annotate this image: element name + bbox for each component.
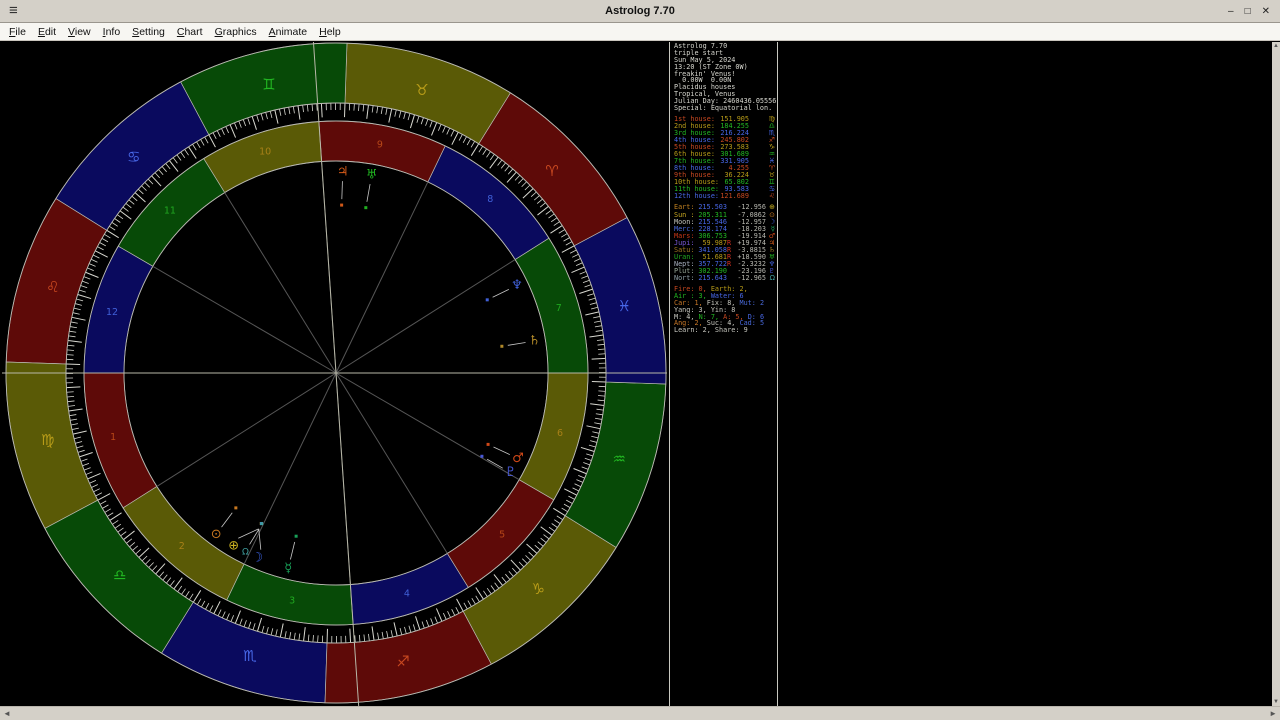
- house-number-11: 11: [164, 206, 176, 217]
- menu-graphics[interactable]: Graphics: [209, 26, 263, 38]
- planet-position-dot-uran: [364, 206, 368, 210]
- house-number-4: 4: [404, 588, 410, 599]
- scroll-right-icon[interactable]: ►: [1269, 709, 1277, 718]
- sign-glyph-capricorn: ♑: [532, 580, 545, 598]
- house-number-5: 5: [499, 529, 505, 540]
- scroll-left-icon[interactable]: ◄: [3, 709, 11, 718]
- sign-glyph-scorpio: ♏: [243, 647, 257, 665]
- planet-glyph-jupi: ♃: [337, 165, 349, 180]
- planet-position-dot-plut: [480, 454, 484, 458]
- window-controls: – □ ✕: [1228, 6, 1270, 17]
- vertical-scrollbar[interactable]: ▲ ▼: [1272, 42, 1280, 706]
- sign-glyph-pisces: ♓: [618, 297, 631, 315]
- planet-position-dot-mars: [486, 442, 490, 446]
- sign-glyph-leo: ♌: [46, 278, 59, 296]
- maximize-button[interactable]: □: [1245, 6, 1251, 17]
- house-number-12: 12: [106, 307, 118, 318]
- sign-glyph-aries: ♈: [545, 162, 558, 180]
- house-cusp-value: 121.689: [720, 192, 749, 201]
- summary-segment: Mut: 2: [739, 298, 765, 307]
- planet-position-dot-nept: [485, 298, 489, 302]
- planet-row: Nort: 215.643 -12.965 Ω: [674, 273, 775, 282]
- planet-icon-nort: Ω: [769, 273, 775, 282]
- planet-position-dot-sun: [234, 506, 238, 510]
- summary-line: Learn: 2, Share: 9: [674, 327, 775, 334]
- sign-glyph-gemini: ♊: [262, 76, 275, 94]
- menu-file[interactable]: File: [3, 26, 32, 38]
- hamburger-menu-icon[interactable]: ≡: [9, 0, 18, 22]
- menu-view[interactable]: View: [62, 26, 97, 38]
- sidebar-header-line: Special: Equatorial lon.: [674, 104, 773, 113]
- scroll-up-icon[interactable]: ▲: [1273, 42, 1279, 50]
- house-number-1: 1: [110, 432, 116, 443]
- menu-info[interactable]: Info: [97, 26, 127, 38]
- chart-canvas: 1 2 3 4 5 6 7 8 9 10 11 12 ♈ ♉ ♊ ♋ ♌ ♍ ♎ ♏ ♐ ♑ ♒ ♓ ⊕ ⊙ ☽ ☿ ♂ ♃ ♄ ♅ ♆ ♇ Ω A…: [0, 42, 1272, 706]
- close-button[interactable]: ✕: [1262, 6, 1270, 17]
- house-number-9: 9: [377, 140, 383, 151]
- house-number-7: 7: [556, 303, 562, 314]
- panel-divider-right: [777, 42, 778, 706]
- planet-glyph-mars: ♂: [512, 451, 524, 466]
- sidebar-text: Astrolog 7.70 triple start Sun May 5, 2024…: [674, 43, 776, 334]
- window-title: Astrolog 7.70: [605, 5, 675, 17]
- sign-glyph-libra: ♎: [113, 566, 126, 584]
- planet-position-dot-nort: [260, 522, 264, 526]
- planet-glyph-uran: ♅: [366, 168, 378, 183]
- planet-glyph-plut: ♇: [505, 465, 517, 480]
- sign-glyph-aquarius: ♒: [612, 450, 625, 468]
- house-number-3: 3: [289, 595, 295, 606]
- menu-setting[interactable]: Setting: [126, 26, 171, 38]
- house-number-8: 8: [487, 194, 493, 205]
- planet-glyph-moon: ☽: [251, 550, 263, 565]
- house-label: 12th house:: [674, 192, 720, 201]
- menu-help[interactable]: Help: [313, 26, 347, 38]
- menu-chart[interactable]: Chart: [171, 26, 209, 38]
- panel-divider-left: [669, 42, 670, 706]
- planet-glyph-nort: Ω: [242, 547, 249, 557]
- title-bar: ≡ Astrolog 7.70 – □ ✕: [0, 0, 1280, 23]
- scroll-down-icon[interactable]: ▼: [1273, 698, 1279, 706]
- horizontal-scrollbar[interactable]: ◄ ►: [0, 706, 1280, 720]
- planet-position-dot-jupi: [340, 203, 344, 207]
- planet-glyph-merc: ☿: [284, 561, 292, 576]
- planet-label-nort: Nort:: [674, 273, 695, 282]
- sign-glyph-sagittarius: ♐: [396, 652, 409, 670]
- house-row: 12th house: 121.689 ♌: [674, 193, 775, 200]
- astro-wheel-chart: 123456789101112♈♉♊♋♌♍♎♏ ♐♑♒♓⊕⊙☽☿♂♃♄♅♆♇Ω: [0, 42, 670, 706]
- planet-glyph-sun: ⊙: [211, 527, 222, 542]
- menu-bar: File Edit View Info Setting Chart Graphics Anim…: [0, 23, 1280, 41]
- menu-edit[interactable]: Edit: [32, 26, 62, 38]
- planet-glyph-satu: ♄: [529, 334, 541, 349]
- minimize-button[interactable]: –: [1228, 6, 1234, 17]
- summary-segment: Learn: 2, Share: 9: [674, 326, 748, 335]
- house-number-6: 6: [557, 428, 563, 439]
- planet-longitude: 215.643: [698, 273, 727, 282]
- planet-position-dot-satu: [500, 344, 504, 348]
- sign-glyph-cancer: ♋: [127, 148, 140, 166]
- house-number-2: 2: [179, 541, 185, 552]
- house-number-10: 10: [259, 147, 271, 158]
- sign-glyph-virgo: ♍: [41, 431, 54, 449]
- sign-glyph-taurus: ♉: [415, 81, 428, 99]
- sign-icon-leo: ♌: [768, 192, 775, 201]
- planet-position-dot-merc: [294, 534, 298, 538]
- menu-animate[interactable]: Animate: [263, 26, 314, 38]
- planet-glyph-nept: ♆: [511, 278, 523, 293]
- planet-latitude: -12.965: [737, 273, 766, 282]
- planet-glyph-eart: ⊕: [228, 539, 239, 554]
